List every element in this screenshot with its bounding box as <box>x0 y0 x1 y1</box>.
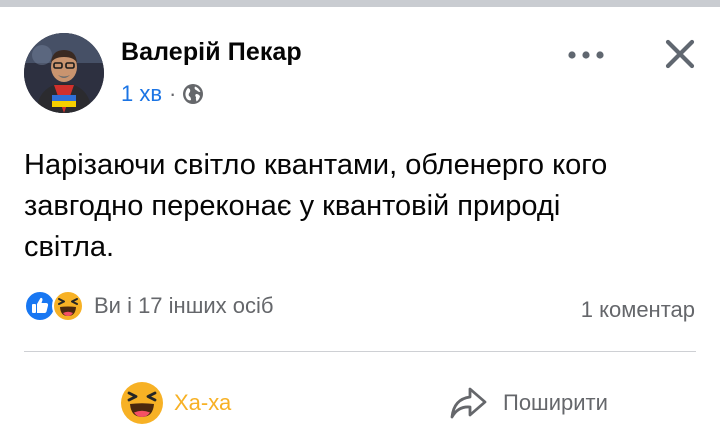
post-text: Нарізаючи світло квантами, обленерго ког… <box>24 145 704 268</box>
reactions-summary[interactable]: Ви і 17 інших осіб <box>24 290 273 322</box>
haha-reaction-button[interactable]: Ха-ха <box>120 375 231 431</box>
more-options-icon[interactable] <box>566 47 606 63</box>
post-text-line: завгодно переконає у квантовій природі <box>24 190 561 222</box>
comment-count[interactable]: 1 коментар <box>581 297 695 323</box>
share-label: Поширити <box>503 390 608 415</box>
reactions-text: Ви і 17 інших осіб <box>94 293 274 318</box>
top-strip <box>0 0 720 7</box>
post-timestamp[interactable]: 1 хв <box>121 81 162 107</box>
share-button[interactable]: Поширити <box>448 375 608 431</box>
author-name[interactable]: Валерій Пекар <box>121 38 302 67</box>
globe-icon <box>182 83 204 105</box>
haha-icon <box>52 290 84 322</box>
haha-icon <box>120 381 164 425</box>
close-icon[interactable] <box>663 37 697 71</box>
share-arrow-icon <box>448 383 488 423</box>
divider <box>24 351 696 352</box>
post-text-line: світла. <box>24 231 115 263</box>
avatar[interactable] <box>24 33 104 113</box>
post-meta: 1 хв · <box>121 81 204 107</box>
post-card: Валерій Пекар 1 хв · Нарізаючи світло кв… <box>0 7 720 435</box>
post-text-line: Нарізаючи світло квантами, обленерго ког… <box>24 149 608 181</box>
meta-separator: · <box>169 81 177 106</box>
haha-label: Ха-ха <box>174 390 232 415</box>
